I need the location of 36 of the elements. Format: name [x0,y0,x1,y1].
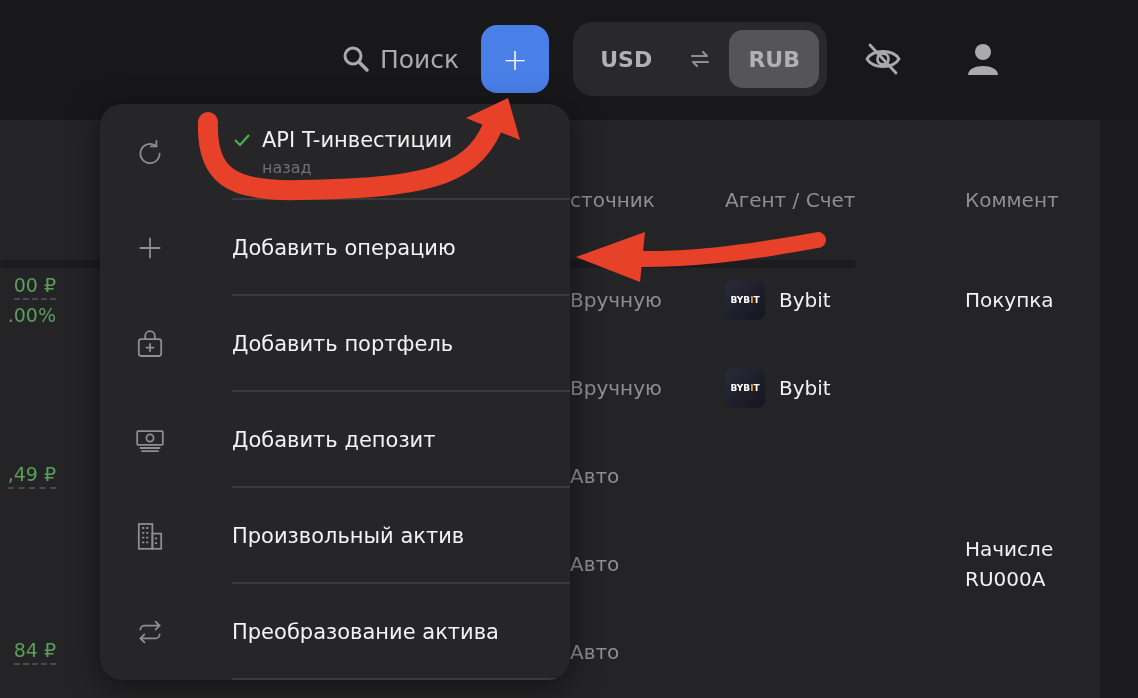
table-cell: Bybit [779,376,831,400]
comment-text: RU000A [965,567,1047,591]
exchange-logo: BYBIT [725,368,765,408]
table-cell: Авто [570,464,620,488]
amount-value: .00% [7,304,56,326]
menu-item[interactable]: Произвольный актив [100,488,570,584]
amount-value: ,49 ₽ [7,463,56,489]
exchange-logo: BYBIT [725,280,765,320]
table-cell: Bybit [779,288,831,312]
search-button[interactable]: Поиск [342,44,460,74]
menu-label: Преобразование актива [232,620,499,644]
column-header: сточник [570,188,655,212]
menu-item[interactable]: Добавить портфель [100,296,570,392]
column-header: Коммент [965,188,1060,212]
table-cell: Авто [570,640,620,664]
menu-item[interactable]: API T-инвестиции назад [100,104,570,200]
menu-item[interactable]: Преобразование актива [100,584,570,680]
currency-option[interactable]: USD [581,30,672,88]
table-cell: Авто [570,552,620,576]
table-cell: Вручную [570,288,662,312]
column-header: Агент / Счет [725,188,856,212]
menu-label: Добавить депозит [232,428,436,452]
amount-value: 00 ₽ [13,274,56,300]
menu-label: Добавить портфель [232,332,454,356]
menu-item[interactable]: Добавить депозит [100,392,570,488]
menu-label: Добавить операцию [232,236,456,260]
amount-value: 84 ₽ [13,639,56,665]
table-cell: Вручную [570,376,662,400]
add-button[interactable]: + [481,25,550,93]
comment-text: Покупка [965,288,1055,312]
menu-subtitle: назад [262,157,313,177]
menu-label: Произвольный актив [232,524,465,548]
search-icon [342,45,370,73]
menu-label: API T-инвестиции [262,127,453,152]
menu-item[interactable]: Добавить операцию [100,200,570,296]
comment-text: Начисле [965,537,1055,561]
